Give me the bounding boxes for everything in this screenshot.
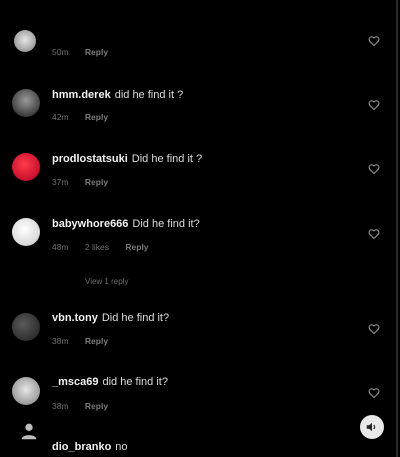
comment-line: babywhore666 Did he find it? [52,218,200,230]
comment-meta: 37m Reply [52,177,122,187]
reply-button[interactable]: Reply [85,401,108,411]
comment-username[interactable]: vbn.tony [52,312,98,324]
comment-meta: 50m Reply [52,47,122,57]
heart-icon[interactable] [368,324,380,334]
comment-text: no [115,441,128,453]
avatar[interactable] [12,377,40,405]
comment-line: dio_branko no [52,441,128,453]
comment-time: 42m [52,112,69,122]
reply-button[interactable]: Reply [125,242,148,252]
comment-meta: 38m Reply [52,336,122,346]
scrollbar[interactable] [396,0,398,457]
avatar[interactable] [12,218,40,246]
view-replies-button[interactable]: View 1 reply [85,277,128,286]
heart-icon[interactable] [368,229,380,239]
comment-line: prodlostatsuki Did he find it ? [52,153,202,165]
avatar[interactable] [14,30,36,52]
comment-username[interactable]: dio_branko [52,441,111,453]
heart-icon[interactable] [368,164,380,174]
sound-button[interactable] [360,415,384,439]
comment-username[interactable]: _msca69 [52,376,99,388]
comment-line: _msca69 did he find it? [52,376,168,388]
reply-button[interactable]: Reply [85,47,108,57]
default-avatar-icon[interactable] [18,420,40,442]
avatar[interactable] [12,313,40,341]
comment-text: Did he find it? [132,218,200,230]
reply-button[interactable]: Reply [85,112,108,122]
heart-icon[interactable] [368,388,380,398]
comment-time: 38m [52,401,69,411]
comment-time: 50m [52,47,69,57]
comment-meta: 42m Reply [52,112,122,122]
avatar[interactable] [12,89,40,117]
speaker-icon [366,422,376,432]
comment-text: did he find it? [102,376,168,388]
comment-line: vbn.tony Did he find it? [52,312,169,324]
comment-username[interactable]: babywhore666 [52,218,128,230]
comment-text: Did he find it ? [131,153,203,165]
avatar[interactable] [12,153,40,181]
comment-text: did he find it ? [114,89,184,101]
comment-username[interactable]: prodlostatsuki [52,153,128,165]
heart-icon[interactable] [368,100,380,110]
reply-button[interactable]: Reply [85,177,108,187]
comment-line: hmm.derek did he find it ? [52,89,183,101]
reply-button[interactable]: Reply [85,336,108,346]
comment-meta: 38m Reply [52,401,122,411]
comment-time: 48m [52,242,69,252]
comment-meta: 48m 2 likes Reply [52,242,163,252]
comment-time: 38m [52,336,69,346]
comment-likes: 2 likes [84,242,110,252]
heart-icon[interactable] [368,36,380,46]
comment-username[interactable]: hmm.derek [52,89,111,101]
comment-time: 37m [52,177,69,187]
comment-text: Did he find it? [101,312,170,324]
